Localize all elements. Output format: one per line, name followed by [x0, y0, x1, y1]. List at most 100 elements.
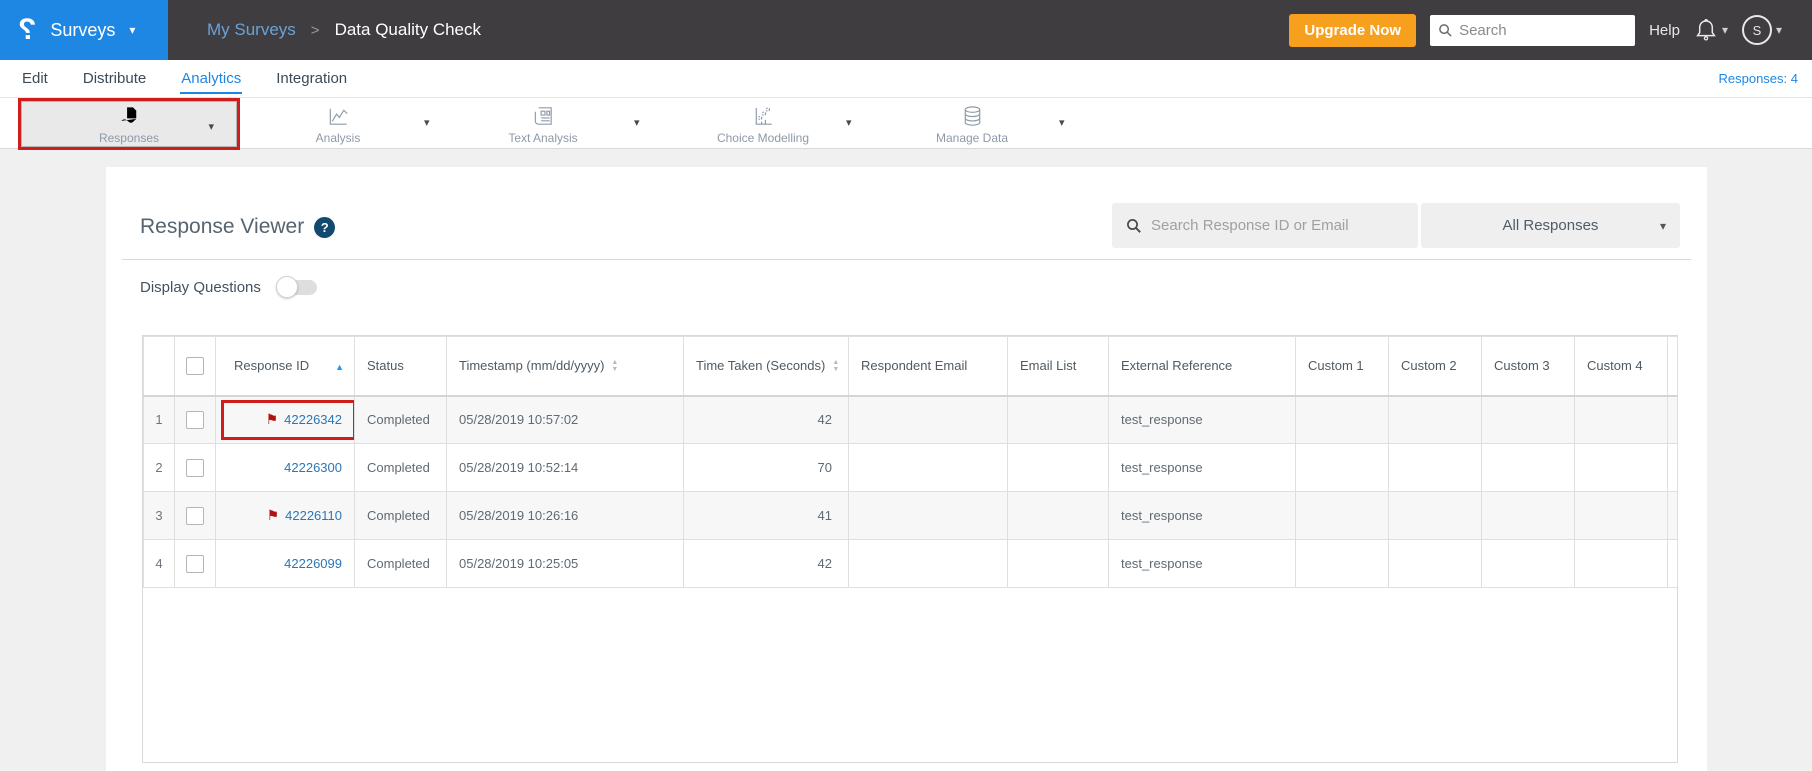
- header-response-id[interactable]: Response ID ▲: [215, 336, 355, 397]
- row-checkbox[interactable]: [186, 506, 204, 525]
- header-row-number: [143, 336, 175, 397]
- panel-divider: [122, 259, 1691, 260]
- respondent-email-cell: [848, 443, 1008, 492]
- custom2-cell: [1388, 395, 1482, 444]
- app-screen: ? Surveys ▾ My Surveys > Data Quality Ch…: [0, 0, 1812, 771]
- breadcrumb-my-surveys[interactable]: My Surveys: [207, 20, 296, 40]
- row-select-cell: [174, 539, 216, 588]
- spacer-cell: [1667, 491, 1678, 540]
- display-questions-toggle[interactable]: [275, 276, 317, 298]
- email-list-cell: [1007, 539, 1109, 588]
- respondent-email-cell: [848, 395, 1008, 444]
- custom2-cell: [1388, 491, 1482, 540]
- text-analysis-icon: [534, 106, 552, 125]
- custom1-cell: [1295, 491, 1389, 540]
- table-row: 4 42226099 Completed 05/28/2019 10:25:05…: [143, 539, 1678, 588]
- chevron-down-icon[interactable]: ▾: [846, 116, 852, 129]
- select-all-checkbox[interactable]: [186, 356, 204, 375]
- upgrade-now-button[interactable]: Upgrade Now: [1289, 13, 1417, 47]
- custom1-cell: [1295, 539, 1389, 588]
- response-id-link[interactable]: 42226110: [285, 508, 342, 523]
- sort-ascending-icon: ▲: [335, 361, 345, 372]
- email-list-cell: [1007, 491, 1109, 540]
- status-cell: Completed: [354, 539, 447, 588]
- tab-integration[interactable]: Integration: [275, 64, 348, 94]
- product-switcher[interactable]: ? Surveys ▾: [0, 0, 168, 60]
- chevron-down-icon: ▾: [1659, 218, 1666, 233]
- custom3-cell: [1481, 395, 1575, 444]
- chevron-down-icon[interactable]: ▾: [424, 116, 430, 129]
- toolbar-item-manage-data[interactable]: Manage Data: [887, 98, 1057, 150]
- search-icon: [1127, 218, 1141, 233]
- chevron-down-icon[interactable]: ▾: [634, 116, 640, 129]
- response-id-link[interactable]: 42226099: [284, 556, 342, 571]
- status-cell: Completed: [354, 395, 447, 444]
- header-time-taken[interactable]: Time Taken (Seconds) ▲ ▼: [683, 336, 849, 397]
- manage-data-icon: [964, 105, 980, 126]
- notifications-button[interactable]: ▾: [1694, 17, 1728, 43]
- row-checkbox[interactable]: [186, 554, 204, 573]
- toolbar-item-label: Manage Data: [935, 130, 1009, 145]
- row-number: 1: [143, 395, 175, 444]
- response-viewer-panel: Response Viewer ? All Responses ▾ Displa…: [106, 167, 1707, 771]
- account-menu-button[interactable]: S ▾: [1741, 15, 1782, 45]
- analysis-icon: [329, 108, 348, 125]
- toolbar-item-label: Choice Modelling: [716, 130, 810, 145]
- header-external-reference: External Reference: [1108, 336, 1296, 397]
- row-select-cell: [174, 491, 216, 540]
- custom1-cell: [1295, 443, 1389, 492]
- toolbar-item-label: Text Analysis: [508, 130, 578, 145]
- survey-tab-bar: Edit Distribute Analytics Integration Re…: [0, 60, 1812, 97]
- response-id-link[interactable]: 42226300: [284, 460, 342, 475]
- tab-edit[interactable]: Edit: [21, 64, 49, 94]
- tab-distribute[interactable]: Distribute: [82, 64, 147, 94]
- header-status: Status: [354, 336, 447, 397]
- help-link[interactable]: Help: [1649, 22, 1680, 39]
- response-id-link[interactable]: 42226342: [284, 412, 342, 427]
- chevron-down-icon: ▾: [1721, 23, 1728, 37]
- responses-table: Response ID ▲ Status Timestamp (mm/dd/yyy…: [143, 336, 1678, 588]
- sort-icon: ▲ ▼: [832, 359, 840, 373]
- chevron-down-icon[interactable]: ▾: [208, 120, 214, 133]
- respondent-email-cell: [848, 539, 1008, 588]
- custom4-cell: [1574, 395, 1668, 444]
- display-questions-label: Display Questions: [140, 279, 261, 296]
- response-filter-dropdown[interactable]: All Responses ▾: [1421, 203, 1680, 248]
- toolbar-item-text-analysis[interactable]: Text Analysis: [458, 98, 628, 150]
- row-checkbox[interactable]: [186, 458, 204, 477]
- respondent-email-cell: [848, 491, 1008, 540]
- toggle-knob: [275, 276, 298, 298]
- timestamp-cell: 05/28/2019 10:25:05: [446, 539, 684, 588]
- time-taken-cell: 42: [683, 395, 849, 444]
- help-icon[interactable]: ?: [314, 216, 336, 238]
- table-row: 3 ⚑ 42226110 Completed 05/28/2019 10:26:1…: [143, 491, 1678, 540]
- header-email-list: Email List: [1007, 336, 1109, 397]
- top-header-bar: ? Surveys ▾ My Surveys > Data Quality Ch…: [0, 0, 1812, 60]
- custom3-cell: [1481, 491, 1575, 540]
- tab-analytics[interactable]: Analytics: [180, 64, 243, 94]
- custom3-cell: [1481, 539, 1575, 588]
- custom2-cell: [1388, 443, 1482, 492]
- table-row: 1 ⚑ 42226342 Completed 05/28/2019 10:57:0…: [143, 395, 1678, 444]
- custom1-cell: [1295, 395, 1389, 444]
- header-custom-3: Custom 3: [1481, 336, 1575, 397]
- external-reference-cell: test_response: [1108, 539, 1296, 588]
- timestamp-cell: 05/28/2019 10:52:14: [446, 443, 684, 492]
- header-timestamp[interactable]: Timestamp (mm/dd/yyyy) ▲ ▼: [446, 336, 684, 397]
- page-title: Response Viewer: [140, 215, 305, 238]
- responses-count-label: Responses: 4: [1718, 71, 1799, 86]
- global-search-input[interactable]: [1459, 21, 1620, 39]
- spacer-cell: [1667, 539, 1678, 588]
- toolbar-item-label: Responses: [98, 130, 160, 145]
- avatar: S: [1741, 15, 1772, 45]
- row-checkbox[interactable]: [186, 410, 204, 429]
- toolbar-item-responses[interactable]: Responses ▾: [21, 101, 237, 147]
- toolbar-item-choice-modelling[interactable]: Choice Modelling: [678, 98, 848, 150]
- time-taken-cell: 42: [683, 539, 849, 588]
- external-reference-cell: test_response: [1108, 443, 1296, 492]
- response-search-box: [1112, 203, 1418, 248]
- chevron-down-icon: ▾: [1775, 23, 1782, 37]
- chevron-down-icon[interactable]: ▾: [1059, 116, 1065, 129]
- response-search-input[interactable]: [1151, 217, 1401, 234]
- toolbar-item-analysis[interactable]: Analysis: [253, 98, 423, 150]
